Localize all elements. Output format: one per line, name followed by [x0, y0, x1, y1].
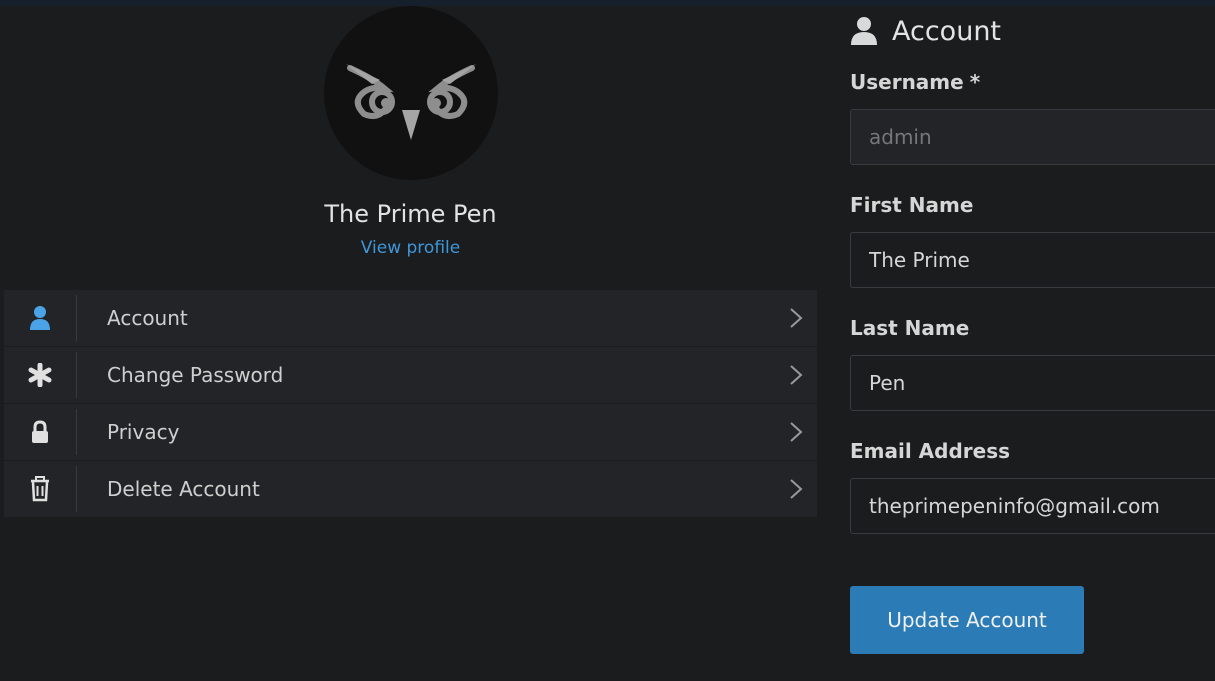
last-name-input[interactable] — [850, 355, 1215, 411]
user-icon — [26, 304, 54, 332]
section-title: Account — [850, 12, 1215, 48]
avatar — [324, 6, 498, 180]
owl-logo-icon — [346, 64, 476, 140]
form-title: Account — [892, 16, 1002, 47]
chevron-right-icon — [790, 479, 803, 499]
menu-label: Delete Account — [107, 477, 260, 501]
chevron-right-icon — [790, 422, 803, 442]
menu-divider — [76, 295, 77, 341]
required-mark: * — [969, 70, 981, 94]
last-name-label: Last Name — [850, 316, 970, 340]
first-name-input[interactable] — [850, 232, 1215, 288]
username-input[interactable] — [850, 109, 1215, 165]
profile-name: The Prime Pen — [324, 200, 497, 228]
email-input[interactable] — [850, 478, 1215, 534]
trash-icon — [26, 475, 54, 503]
menu-label: Change Password — [107, 363, 284, 387]
menu-divider — [76, 352, 77, 398]
email-label: Email Address — [850, 439, 1011, 463]
update-account-button[interactable]: Update Account — [850, 586, 1084, 654]
chevron-right-icon — [790, 308, 803, 328]
account-form: Account Username* First Name Last Name E… — [850, 6, 1215, 681]
user-icon — [851, 17, 877, 45]
menu-label: Account — [107, 306, 188, 330]
menu-item-account[interactable]: Account — [4, 290, 817, 347]
menu-item-privacy[interactable]: Privacy — [4, 404, 817, 461]
menu-label: Privacy — [107, 420, 180, 444]
first-name-label: First Name — [850, 193, 974, 217]
menu-divider — [76, 409, 77, 455]
profile-sidebar: The Prime Pen View profile Account Chang… — [4, 6, 817, 681]
menu-item-delete-account[interactable]: Delete Account — [4, 461, 817, 517]
account-menu: Account Change Password Privacy Delete A… — [4, 290, 817, 517]
lock-icon — [26, 418, 54, 446]
menu-item-change-password[interactable]: Change Password — [4, 347, 817, 404]
asterisk-icon — [26, 361, 54, 389]
username-label: Username * — [850, 70, 980, 94]
view-profile-link[interactable]: View profile — [4, 238, 817, 258]
username-label-text: Username — [850, 70, 964, 94]
chevron-right-icon — [790, 365, 803, 385]
menu-divider — [76, 466, 77, 512]
